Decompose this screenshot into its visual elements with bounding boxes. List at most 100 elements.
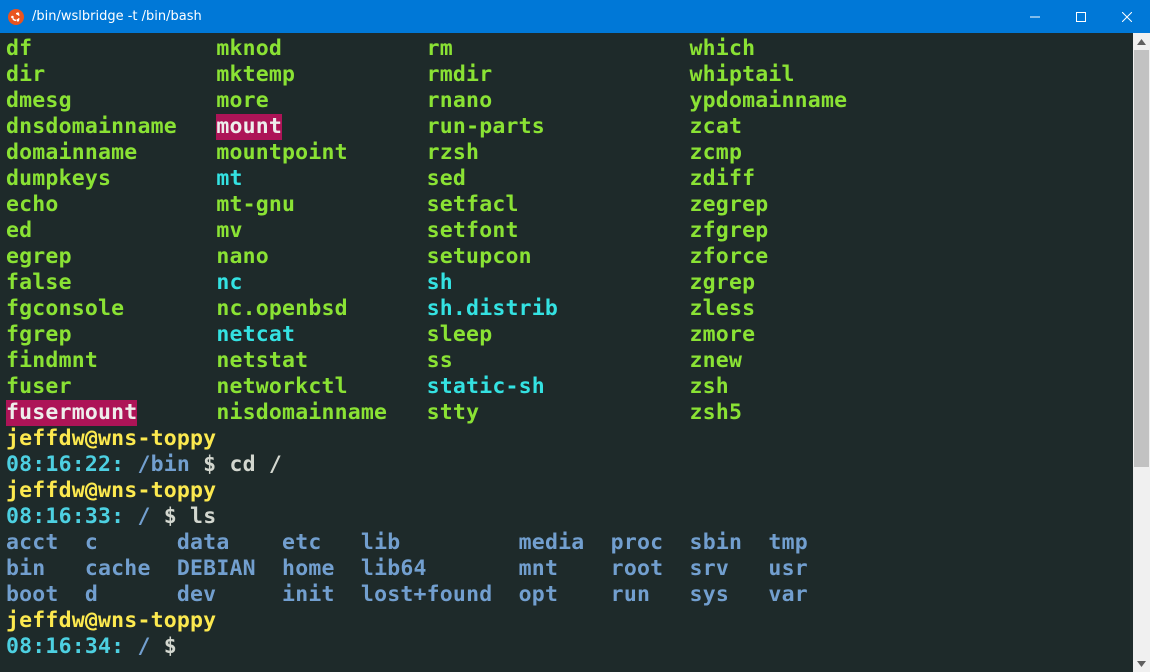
ls-item: dnsdomainname <box>6 114 216 140</box>
ls-item: domainname <box>6 140 216 166</box>
dir-row: boot d dev init lost+found opt run sys v… <box>6 582 1133 608</box>
prompt-path: / <box>137 634 150 660</box>
ls-item: zdiff <box>690 166 953 192</box>
prompt-command: cd / <box>229 452 282 478</box>
window: /bin/wslbridge -t /bin/bash df mknod rm … <box>0 0 1150 672</box>
ls-item: mountpoint <box>216 140 426 166</box>
titlebar[interactable]: /bin/wslbridge -t /bin/bash <box>0 0 1150 33</box>
ls-item: ss <box>427 348 690 374</box>
prompt-user: jeffdw@wns-toppy <box>6 426 216 452</box>
pad <box>282 114 427 140</box>
ls-row: df mknod rm which <box>6 36 1133 62</box>
ls-item: more <box>216 88 426 114</box>
ubuntu-icon <box>8 9 24 25</box>
ls-item: networkctl <box>216 374 426 400</box>
ls-item: sleep <box>427 322 690 348</box>
dir-item: cache <box>85 556 177 582</box>
dir-item: init <box>282 582 361 608</box>
ls-item: zmore <box>690 322 953 348</box>
ls-item: zsh5 <box>690 400 953 426</box>
dir-item: root <box>611 556 690 582</box>
dir-item: dev <box>177 582 282 608</box>
scrollbar[interactable] <box>1133 33 1150 672</box>
dir-item: sbin <box>690 530 769 556</box>
dir-item: srv <box>690 556 769 582</box>
prompt-row: jeffdw@wns-toppy <box>6 426 1133 452</box>
ls-item: df <box>6 36 216 62</box>
prompt-user: jeffdw@wns-toppy <box>6 608 216 634</box>
ls-item: run-parts <box>427 114 690 140</box>
scroll-down-icon[interactable] <box>1133 655 1150 672</box>
prompt-user: jeffdw@wns-toppy <box>6 478 216 504</box>
ls-item: nano <box>216 244 426 270</box>
ls-row: ed mv setfont zfgrep <box>6 218 1133 244</box>
prompt-sigil: $ <box>190 452 229 478</box>
ls-item: setfont <box>427 218 690 244</box>
minimize-button[interactable] <box>1012 0 1058 33</box>
ls-item: nc <box>216 270 426 296</box>
ls-item: mt <box>216 166 426 192</box>
dir-item: var <box>768 582 821 608</box>
ls-item: zforce <box>690 244 953 270</box>
prompt-time: 08:16:33: <box>6 504 137 530</box>
dir-row: acct c data etc lib media proc sbin tmp <box>6 530 1133 556</box>
ls-item: mknod <box>216 36 426 62</box>
ls-item: zfgrep <box>690 218 953 244</box>
ls-item: dumpkeys <box>6 166 216 192</box>
prompt-row: 08:16:22: /bin $ cd / <box>6 452 1133 478</box>
dir-item: boot <box>6 582 85 608</box>
dir-item: bin <box>6 556 85 582</box>
ls-item: nc.openbsd <box>216 296 426 322</box>
dir-item: mnt <box>519 556 611 582</box>
prompt-row: jeffdw@wns-toppy <box>6 608 1133 634</box>
ls-item: findmnt <box>6 348 216 374</box>
prompt-sigil: $ <box>151 504 190 530</box>
dir-item: media <box>519 530 611 556</box>
dir-item: run <box>611 582 690 608</box>
ls-row: egrep nano setupcon zforce <box>6 244 1133 270</box>
ls-item: zgrep <box>690 270 953 296</box>
scroll-thumb[interactable] <box>1134 50 1149 467</box>
pad <box>137 400 216 426</box>
ls-item: netstat <box>216 348 426 374</box>
prompt-sigil: $ <box>151 634 190 660</box>
dir-item: usr <box>768 556 821 582</box>
window-title: /bin/wslbridge -t /bin/bash <box>32 9 202 24</box>
ls-item: dir <box>6 62 216 88</box>
dir-item: data <box>177 530 282 556</box>
scroll-up-icon[interactable] <box>1133 33 1150 50</box>
close-button[interactable] <box>1104 0 1150 33</box>
ls-row: fuser networkctl static-sh zsh <box>6 374 1133 400</box>
ls-item: fgrep <box>6 322 216 348</box>
ls-item: zsh <box>690 374 953 400</box>
ls-item: rnano <box>427 88 690 114</box>
dir-row: bin cache DEBIAN home lib64 mnt root srv… <box>6 556 1133 582</box>
ls-item: zless <box>690 296 953 322</box>
ls-item: nisdomainname <box>216 400 426 426</box>
maximize-button[interactable] <box>1058 0 1104 33</box>
ls-row: fgconsole nc.openbsd sh.distrib zless <box>6 296 1133 322</box>
ls-item: false <box>6 270 216 296</box>
dir-item: tmp <box>768 530 821 556</box>
ls-item: fgconsole <box>6 296 216 322</box>
ls-item: mt-gnu <box>216 192 426 218</box>
ls-item: setupcon <box>427 244 690 270</box>
prompt-command: ls <box>190 504 216 530</box>
prompt-path: / <box>137 504 150 530</box>
prompt-row: 08:16:34: / $ <box>6 634 1133 660</box>
ls-item: fuser <box>6 374 216 400</box>
prompt-time: 08:16:22: <box>6 452 137 478</box>
ls-item: which <box>690 36 953 62</box>
ls-item: rm <box>427 36 690 62</box>
prompt-time: 08:16:34: <box>6 634 137 660</box>
ls-item: ypdomainname <box>690 88 953 114</box>
dir-item: d <box>85 582 177 608</box>
terminal[interactable]: df mknod rm which dir mktemp rmdir whipt… <box>0 33 1133 672</box>
ls-row: dumpkeys mt sed zdiff <box>6 166 1133 192</box>
ls-item: sh.distrib <box>427 296 690 322</box>
ls-item: egrep <box>6 244 216 270</box>
ls-item: ed <box>6 218 216 244</box>
ls-row: dir mktemp rmdir whiptail <box>6 62 1133 88</box>
dir-item: lib <box>361 530 519 556</box>
ls-item: sed <box>427 166 690 192</box>
